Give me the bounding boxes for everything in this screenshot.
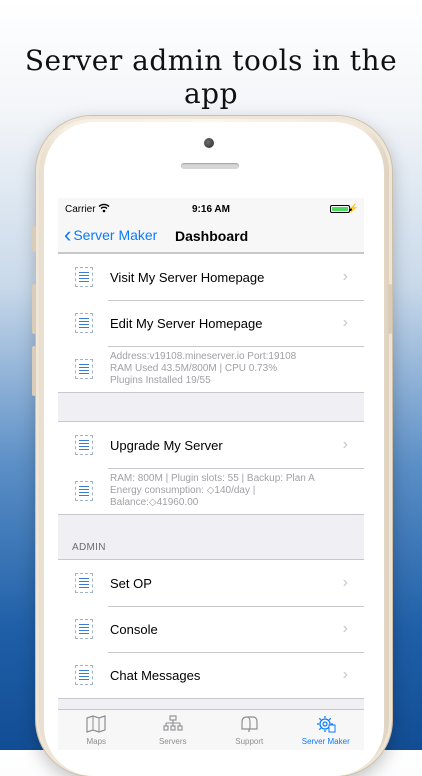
side-button bbox=[388, 284, 392, 334]
document-icon bbox=[75, 665, 93, 685]
tab-label: Support bbox=[235, 737, 264, 746]
tab-label: Server Maker bbox=[301, 737, 350, 746]
status-time: 9:16 AM bbox=[192, 204, 230, 215]
tab-label: Servers bbox=[158, 737, 187, 746]
back-button[interactable]: ‹ Server Maker bbox=[64, 222, 158, 247]
upgrade-section: Upgrade My Server › RAM: 800M | Plugin s… bbox=[58, 421, 364, 515]
server-info-text: Address:v19108.mineserver.io Port:19108 … bbox=[110, 351, 350, 387]
console-row[interactable]: Console › bbox=[58, 606, 364, 652]
row-label: Chat Messages bbox=[110, 667, 201, 683]
info-line: RAM Used 43.5M/800M | CPU 0.73% bbox=[110, 363, 278, 374]
edit-homepage-row[interactable]: Edit My Server Homepage › bbox=[58, 300, 364, 346]
upgrade-server-row[interactable]: Upgrade My Server › bbox=[58, 422, 364, 468]
row-label: Visit My Server Homepage bbox=[110, 269, 265, 285]
set-op-row[interactable]: Set OP › bbox=[58, 560, 364, 606]
chevron-right-icon: › bbox=[342, 620, 348, 637]
document-icon bbox=[75, 435, 93, 455]
info-line: Address:v19108.mineserver.io Port:19108 bbox=[110, 351, 297, 362]
navigation-bar: ‹ Server Maker Dashboard bbox=[58, 220, 364, 253]
info-line: Energy consumption: ◇140/day | bbox=[110, 485, 256, 496]
tab-label: Maps bbox=[86, 737, 107, 746]
mailbox-icon bbox=[241, 716, 258, 732]
info-line: RAM: 800M | Plugin slots: 55 | Backup: P… bbox=[110, 473, 315, 484]
chat-messages-row[interactable]: Chat Messages › bbox=[58, 652, 364, 698]
document-icon bbox=[75, 313, 93, 333]
info-line: Plugins Installed 19/55 bbox=[110, 375, 211, 386]
side-button bbox=[32, 346, 36, 396]
servers-icon bbox=[163, 715, 183, 731]
document-icon bbox=[75, 619, 93, 639]
chevron-left-icon: ‹ bbox=[64, 222, 72, 247]
map-icon bbox=[86, 715, 106, 733]
chevron-right-icon: › bbox=[342, 574, 348, 591]
server-info-row: Address:v19108.mineserver.io Port:19108 … bbox=[58, 346, 364, 392]
row-label: Console bbox=[110, 621, 158, 637]
back-button-label: Server Maker bbox=[73, 227, 158, 243]
info-line: Balance:◇41960.00 bbox=[110, 497, 199, 508]
chevron-right-icon: › bbox=[342, 314, 348, 331]
tab-maps[interactable]: Maps bbox=[58, 710, 135, 750]
document-icon bbox=[75, 481, 93, 501]
tab-server-maker[interactable]: Server Maker bbox=[288, 710, 365, 750]
gear-icon bbox=[316, 716, 336, 733]
chevron-right-icon: › bbox=[342, 268, 348, 285]
document-icon bbox=[75, 267, 93, 287]
charging-icon: ⚡ bbox=[347, 203, 359, 213]
speaker-grille bbox=[181, 163, 239, 169]
document-icon bbox=[75, 573, 93, 593]
camera-icon bbox=[204, 138, 214, 148]
tab-support[interactable]: Support bbox=[211, 710, 288, 750]
tab-bar: Maps Servers Support Server Maker bbox=[58, 709, 364, 750]
server-section: Visit My Server Homepage › Edit My Serve… bbox=[58, 253, 364, 393]
plan-info-row: RAM: 800M | Plugin slots: 55 | Backup: P… bbox=[58, 468, 364, 514]
side-button bbox=[32, 284, 36, 334]
tab-servers[interactable]: Servers bbox=[135, 710, 212, 750]
admin-section: Set OP › Console › Chat Messages › bbox=[58, 559, 364, 699]
headline: Server admin tools in the app bbox=[24, 44, 398, 110]
app-screen: Carrier 9:16 AM ⚡ ‹ Server Maker Dashboa… bbox=[58, 198, 364, 750]
side-button bbox=[32, 226, 36, 252]
chevron-right-icon: › bbox=[342, 436, 348, 453]
page-title: Dashboard bbox=[175, 228, 249, 244]
row-label: Upgrade My Server bbox=[110, 437, 223, 453]
row-label: Set OP bbox=[110, 575, 152, 591]
document-icon bbox=[75, 359, 93, 379]
row-label: Edit My Server Homepage bbox=[110, 315, 263, 331]
plan-info-text: RAM: 800M | Plugin slots: 55 | Backup: P… bbox=[110, 473, 350, 509]
status-bar: Carrier 9:16 AM ⚡ bbox=[58, 198, 364, 220]
visit-homepage-row[interactable]: Visit My Server Homepage › bbox=[58, 254, 364, 300]
chevron-right-icon: › bbox=[342, 666, 348, 683]
admin-section-header: ADMIN bbox=[58, 515, 364, 559]
section-header-label: ADMIN bbox=[72, 542, 106, 553]
